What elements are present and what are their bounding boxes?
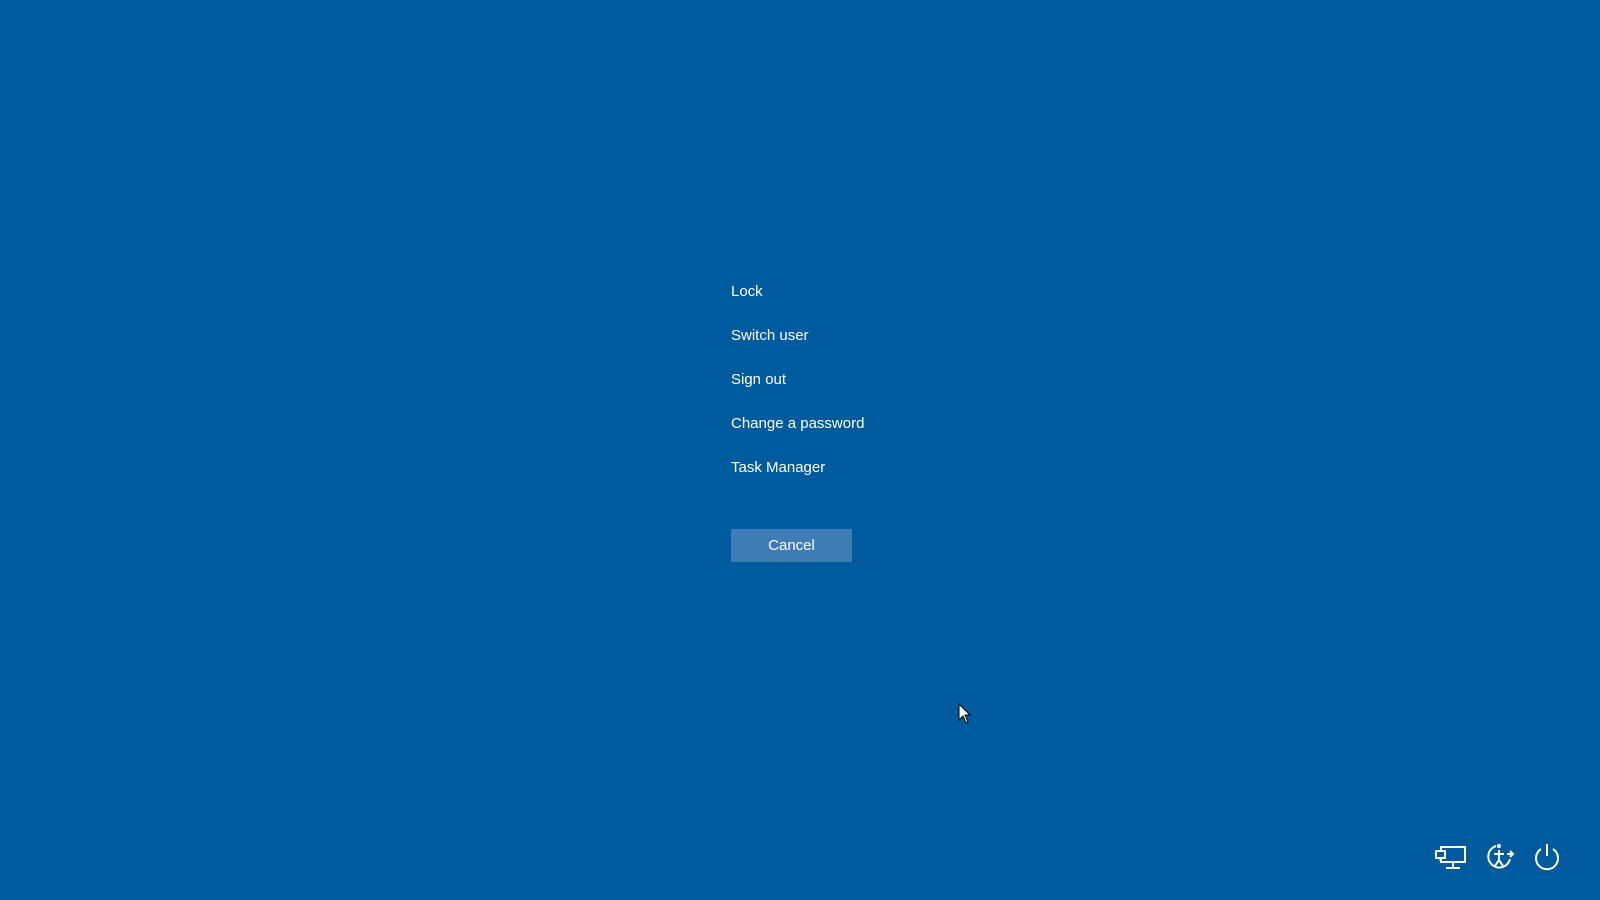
sign-out-option[interactable]: Sign out [731, 366, 971, 410]
ease-of-access-icon[interactable] [1482, 840, 1516, 874]
switch-user-option[interactable]: Switch user [731, 322, 971, 366]
network-icon[interactable] [1434, 840, 1468, 874]
power-icon[interactable] [1530, 840, 1564, 874]
cancel-button[interactable]: Cancel [731, 529, 852, 562]
task-manager-option[interactable]: Task Manager [731, 454, 971, 498]
system-tray [1434, 840, 1564, 874]
mouse-cursor-icon [958, 702, 972, 725]
security-options-menu: Lock Switch user Sign out Change a passw… [731, 278, 971, 498]
lock-option[interactable]: Lock [731, 278, 971, 322]
change-password-option[interactable]: Change a password [731, 410, 971, 454]
